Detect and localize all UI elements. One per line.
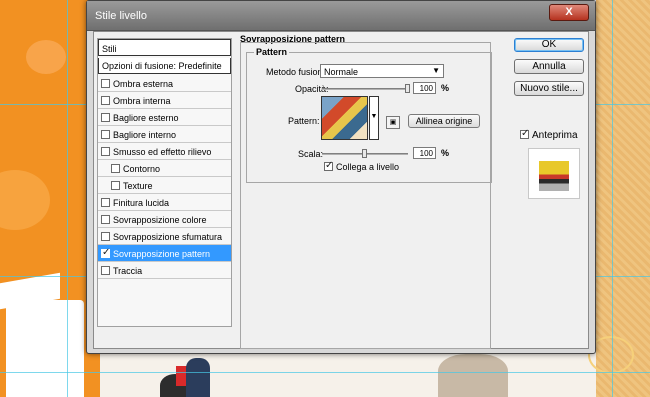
pattern-label: Pattern: bbox=[288, 116, 320, 126]
link-with-layer-row[interactable]: Collega a livello bbox=[324, 160, 400, 172]
preview-label: Anteprima bbox=[532, 130, 578, 141]
style-item-label: Ombra esterna bbox=[113, 79, 174, 89]
dialog-client-area: Stili Opzioni di fusione: Predefinite Om… bbox=[93, 31, 589, 349]
canvas-balloon bbox=[26, 40, 66, 74]
style-item[interactable]: Smusso ed effetto rilievo bbox=[98, 143, 231, 160]
pattern-group-title: Pattern bbox=[254, 47, 290, 57]
chevron-down-icon: ▼ bbox=[432, 66, 440, 75]
scale-slider-thumb[interactable] bbox=[362, 149, 367, 158]
new-preset-button[interactable]: ▣ bbox=[386, 116, 400, 129]
pattern-swatch[interactable] bbox=[321, 96, 368, 140]
style-item-label: Texture bbox=[123, 181, 153, 191]
layer-style-dialog: Stile livello X Stili Opzioni di fusione… bbox=[86, 0, 596, 354]
ok-button[interactable]: OK bbox=[514, 38, 584, 52]
new-style-button[interactable]: Nuovo stile... bbox=[514, 81, 584, 96]
new-preset-icon: ▣ bbox=[389, 119, 397, 126]
guide-line-vertical bbox=[612, 0, 613, 397]
snap-to-origin-button[interactable]: Allinea origine bbox=[408, 114, 480, 128]
style-item[interactable]: Contorno bbox=[98, 160, 231, 177]
style-item-checkbox[interactable] bbox=[101, 147, 110, 156]
scale-input[interactable]: 100 bbox=[413, 147, 436, 159]
pattern-picker-dropdown[interactable]: ▼ bbox=[369, 96, 379, 140]
style-item[interactable]: Sovrapposizione colore bbox=[98, 211, 231, 228]
close-button[interactable]: X bbox=[549, 4, 589, 21]
style-item-checkbox[interactable] bbox=[101, 247, 110, 258]
styles-header[interactable]: Stili bbox=[98, 39, 231, 56]
close-icon: X bbox=[565, 6, 573, 18]
style-item[interactable]: Traccia bbox=[98, 262, 231, 279]
blend-mode-select[interactable]: Normale ▼ bbox=[320, 64, 444, 78]
link-with-layer-checkbox[interactable] bbox=[324, 160, 333, 171]
style-item-checkbox[interactable] bbox=[101, 113, 110, 122]
style-item[interactable]: Sovrapposizione pattern bbox=[98, 245, 231, 262]
style-item-checkbox[interactable] bbox=[111, 164, 120, 173]
style-item[interactable]: Ombra esterna bbox=[98, 75, 231, 92]
scale-label: Scala: bbox=[298, 149, 324, 159]
scale-unit: % bbox=[441, 148, 450, 158]
style-item-checkbox[interactable] bbox=[111, 181, 120, 190]
style-item[interactable]: Finitura lucida bbox=[98, 194, 231, 211]
style-item-label: Traccia bbox=[113, 266, 143, 276]
preview-toggle[interactable]: Anteprima bbox=[520, 128, 578, 141]
style-item-label: Finitura lucida bbox=[113, 198, 170, 208]
preview-image bbox=[539, 161, 569, 191]
style-item-label: Sovrapposizione colore bbox=[113, 215, 207, 225]
style-item-label: Bagliore esterno bbox=[113, 113, 179, 123]
blending-options-item[interactable]: Opzioni di fusione: Predefinite bbox=[98, 58, 231, 74]
blend-mode-value: Normale bbox=[324, 67, 359, 77]
cancel-button[interactable]: Annulla bbox=[514, 59, 584, 74]
style-item[interactable]: Sovrapposizione sfumatura bbox=[98, 228, 231, 245]
style-item[interactable]: Bagliore interno bbox=[98, 126, 231, 143]
style-item-label: Ombra interna bbox=[113, 96, 171, 106]
styles-list: Stili Opzioni di fusione: Predefinite Om… bbox=[97, 38, 232, 327]
canvas-house bbox=[6, 300, 84, 397]
style-item-checkbox[interactable] bbox=[101, 266, 110, 275]
opacity-slider-thumb[interactable] bbox=[405, 84, 410, 93]
style-item-label: Bagliore interno bbox=[113, 130, 177, 140]
style-item[interactable]: Texture bbox=[98, 177, 231, 194]
style-item-label: Smusso ed effetto rilievo bbox=[113, 147, 212, 157]
chevron-down-icon: ▼ bbox=[370, 113, 378, 120]
style-item-checkbox[interactable] bbox=[101, 198, 110, 207]
style-item-label: Sovrapposizione pattern bbox=[113, 249, 211, 259]
style-preview-thumbnail bbox=[528, 148, 580, 199]
style-item-checkbox[interactable] bbox=[101, 130, 110, 139]
guide-line-horizontal bbox=[0, 372, 650, 373]
canvas-figure bbox=[186, 358, 210, 397]
opacity-unit: % bbox=[441, 83, 450, 93]
link-with-layer-label: Collega a livello bbox=[336, 162, 400, 172]
style-item-checkbox[interactable] bbox=[101, 215, 110, 224]
preview-checkbox[interactable] bbox=[520, 128, 529, 139]
style-item[interactable]: Bagliore esterno bbox=[98, 109, 231, 126]
opacity-input[interactable]: 100 bbox=[413, 82, 436, 94]
style-item-label: Contorno bbox=[123, 164, 161, 174]
style-item-checkbox[interactable] bbox=[101, 96, 110, 105]
dialog-title: Stile livello bbox=[95, 10, 147, 22]
dialog-titlebar[interactable]: Stile livello X bbox=[87, 1, 595, 31]
opacity-slider[interactable] bbox=[322, 88, 408, 90]
canvas-wood-shape bbox=[438, 354, 508, 397]
style-item-checkbox[interactable] bbox=[101, 79, 110, 88]
guide-line-vertical bbox=[67, 0, 68, 397]
style-item-label: Sovrapposizione sfumatura bbox=[113, 232, 223, 242]
style-item[interactable]: Ombra interna bbox=[98, 92, 231, 109]
style-item-checkbox[interactable] bbox=[101, 232, 110, 241]
